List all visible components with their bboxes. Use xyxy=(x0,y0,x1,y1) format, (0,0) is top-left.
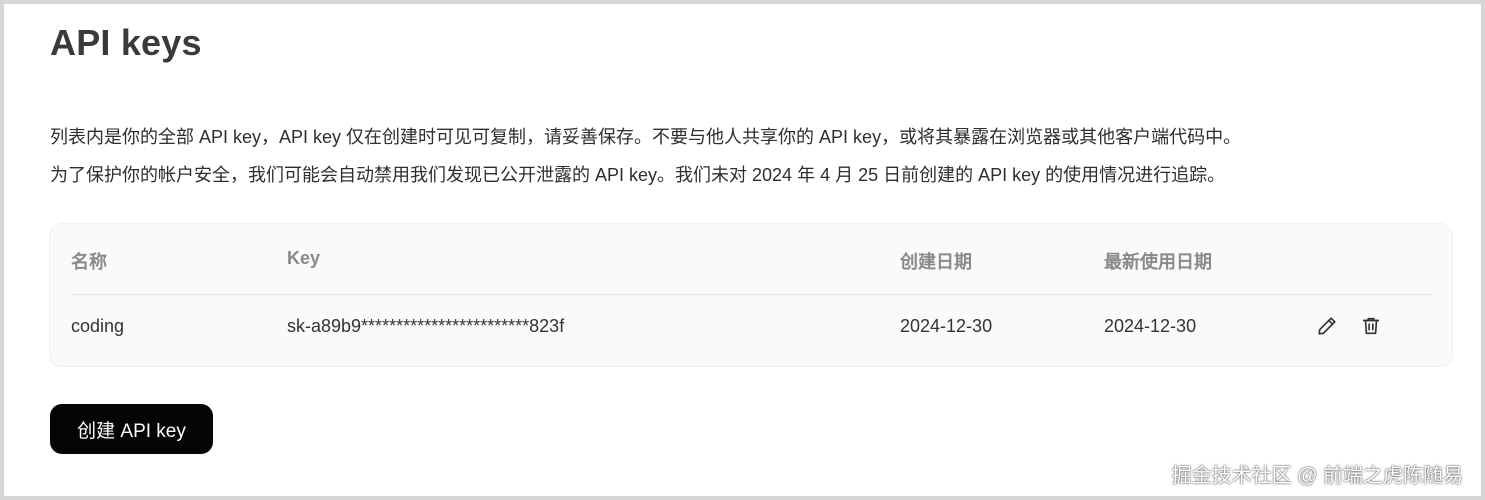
create-api-key-button[interactable]: 创建 API key xyxy=(50,404,213,454)
trash-icon[interactable] xyxy=(1360,314,1382,338)
page-frame: API keys 列表内是你的全部 API key，API key 仅在创建时可… xyxy=(0,0,1485,500)
page-title: API keys xyxy=(50,22,202,63)
row-actions xyxy=(1316,314,1382,338)
api-keys-table: 名称 Key 创建日期 最新使用日期 coding sk-a89b9******… xyxy=(50,224,1452,366)
key-name-cell: coding xyxy=(71,316,125,336)
key-value-cell: sk-a89b9************************823f xyxy=(287,316,565,336)
pencil-icon[interactable] xyxy=(1316,314,1338,338)
column-header-name: 名称 xyxy=(71,252,107,272)
column-header-created: 创建日期 xyxy=(900,252,972,272)
description-line-2: 为了保护你的帐户安全，我们可能会自动禁用我们发现已公开泄露的 API key。我… xyxy=(50,165,1226,185)
created-date-cell: 2024-12-30 xyxy=(900,316,993,336)
page-description: 列表内是你的全部 API key，API key 仅在创建时可见可复制，请妥善保… xyxy=(50,118,1450,194)
column-header-key: Key xyxy=(287,248,321,268)
table-divider xyxy=(72,294,1432,295)
last-used-date-cell: 2024-12-30 xyxy=(1104,316,1197,336)
watermark-text: 掘金技术社区 @ 前端之虎陈随易 xyxy=(1171,465,1463,487)
description-line-1: 列表内是你的全部 API key，API key 仅在创建时可见可复制，请妥善保… xyxy=(50,127,1242,147)
column-header-last-used: 最新使用日期 xyxy=(1104,252,1212,272)
